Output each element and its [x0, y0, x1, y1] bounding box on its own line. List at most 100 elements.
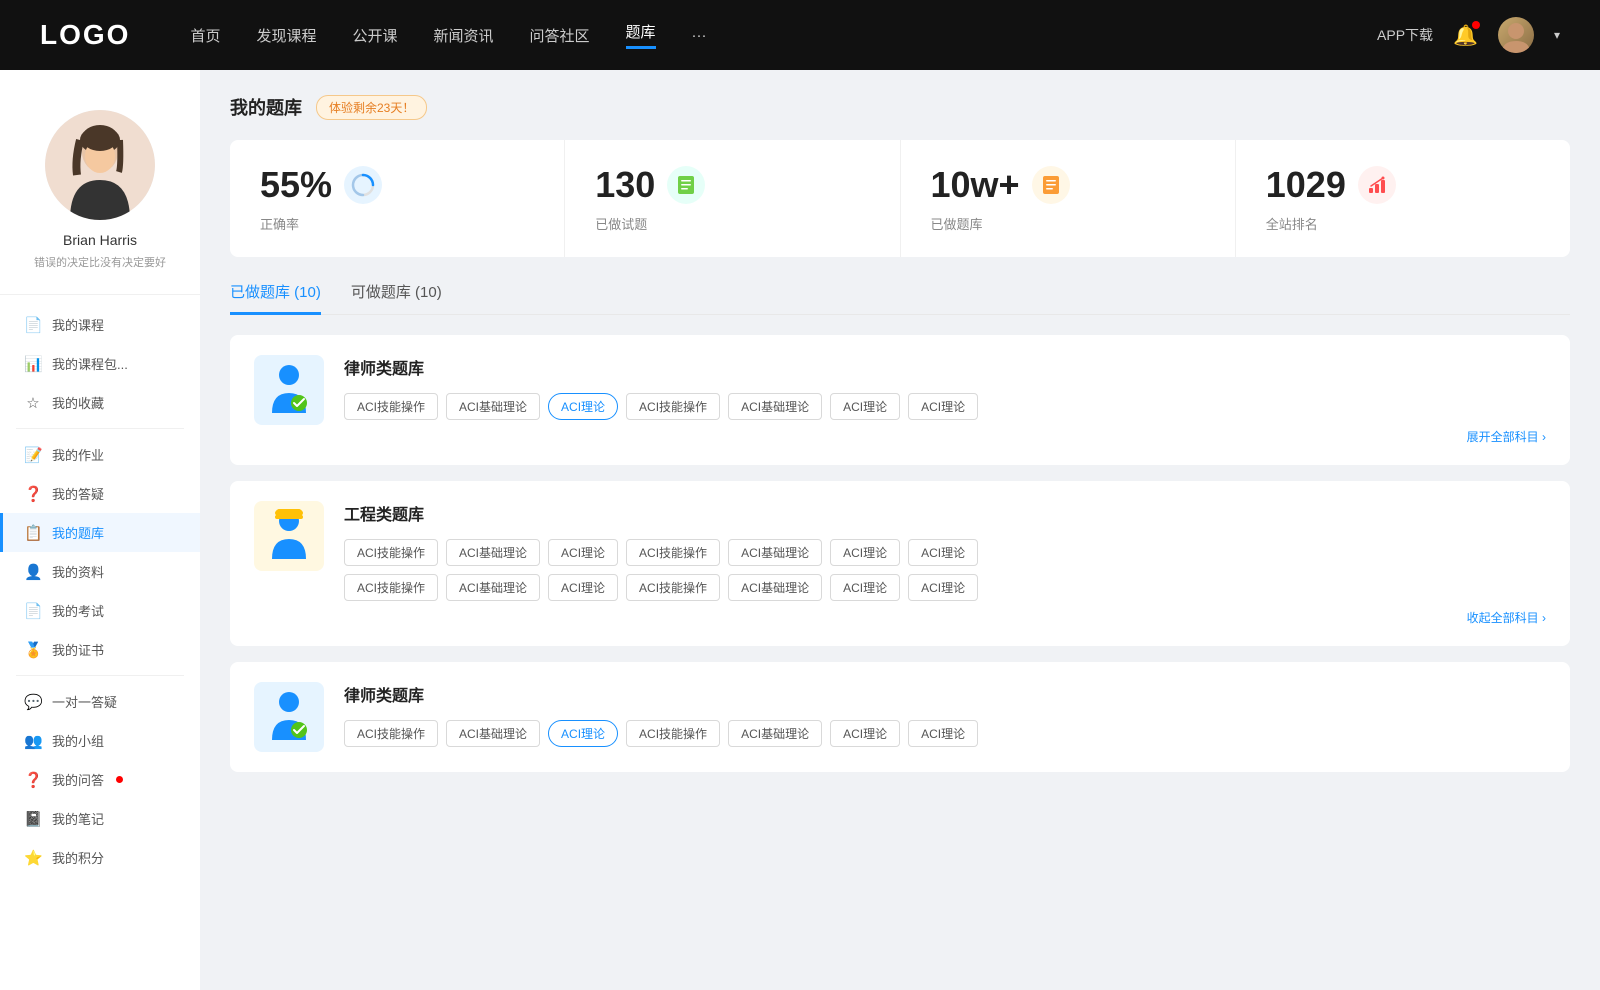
sidebar-item-bank[interactable]: 📋 我的题库	[0, 513, 200, 552]
nav-links: 首页 发现课程 公开课 新闻资讯 问答社区 题库 ···	[190, 21, 1377, 49]
questions-dot	[116, 776, 123, 783]
app-download-link[interactable]: APP下载	[1377, 25, 1433, 45]
stat-accuracy-label: 正确率	[260, 214, 534, 233]
bank-tag[interactable]: ACI技能操作	[344, 539, 438, 566]
sidebar: Brian Harris 错误的决定比没有决定要好 📄 我的课程 📊 我的课程包…	[0, 70, 200, 990]
stat-questions-main: 130	[595, 164, 869, 206]
bank-tag[interactable]: ACI理论	[830, 539, 900, 566]
bank-tag[interactable]: ACI技能操作	[344, 393, 438, 420]
bank-tag[interactable]: ACI技能操作	[626, 720, 720, 747]
bank-card-title: 律师类题库	[344, 682, 1546, 706]
bank-tag[interactable]: ACI基础理论	[446, 539, 540, 566]
bank-card-content: 律师类题库 ACI技能操作 ACI基础理论 ACI理论 ACI技能操作 ACI基…	[344, 682, 1546, 747]
questions-icon: ❓	[24, 771, 42, 789]
bank-engineer-icon	[254, 501, 324, 571]
profile-icon: 👤	[24, 563, 42, 581]
bank-card-lawyer-2: 律师类题库 ACI技能操作 ACI基础理论 ACI理论 ACI技能操作 ACI基…	[230, 662, 1570, 772]
bank-tag[interactable]: ACI理论	[830, 393, 900, 420]
bank-tag[interactable]: ACI基础理论	[728, 574, 822, 601]
nav-link-bank[interactable]: 题库	[626, 21, 656, 49]
main-content: 我的题库 体验剩余23天！ 55% 正确率	[200, 70, 1600, 990]
sidebar-item-my-courses[interactable]: 📄 我的课程	[0, 305, 200, 344]
bank-expand-btn[interactable]: 展开全部科目 ›	[344, 428, 1546, 445]
sidebar-item-course-packages[interactable]: 📊 我的课程包...	[0, 344, 200, 383]
lawyer-figure-icon	[264, 363, 314, 418]
bank-tag[interactable]: ACI基础理论	[446, 720, 540, 747]
sidebar-item-1on1[interactable]: 💬 一对一答疑	[0, 682, 200, 721]
nav-link-discover[interactable]: 发现课程	[256, 25, 316, 46]
sidebar-item-profile[interactable]: 👤 我的资料	[0, 552, 200, 591]
engineer-figure-icon	[264, 509, 314, 564]
bank-tag-active[interactable]: ACI理论	[548, 720, 618, 747]
page-title: 我的题库	[230, 94, 302, 120]
nav-dropdown-arrow[interactable]: ▾	[1554, 28, 1560, 42]
trial-badge: 体验剩余23天！	[316, 95, 427, 120]
bank-tag[interactable]: ACI技能操作	[344, 720, 438, 747]
sidebar-item-label: 一对一答疑	[52, 692, 117, 711]
page-header: 我的题库 体验剩余23天！	[230, 94, 1570, 120]
bank-tag[interactable]: ACI基础理论	[728, 720, 822, 747]
sidebar-item-label: 我的题库	[52, 523, 104, 542]
nav-link-qa[interactable]: 问答社区	[530, 25, 590, 46]
stat-rank-main: 1029	[1266, 164, 1540, 206]
bank-tag[interactable]: ACI基础理论	[446, 393, 540, 420]
bank-card-title: 工程类题库	[344, 501, 1546, 525]
bank-tag[interactable]: ACI技能操作	[626, 539, 720, 566]
certificate-icon: 🏅	[24, 641, 42, 659]
sidebar-divider-2	[16, 675, 184, 676]
tab-done[interactable]: 已做题库 (10)	[230, 281, 321, 315]
sidebar-item-label: 我的证书	[52, 640, 104, 659]
stat-accuracy-number: 55%	[260, 164, 332, 206]
sidebar-item-exam[interactable]: 📄 我的考试	[0, 591, 200, 630]
user-avatar[interactable]	[1498, 17, 1534, 53]
sidebar-item-label: 我的答疑	[52, 484, 104, 503]
sidebar-item-points[interactable]: ⭐ 我的积分	[0, 838, 200, 877]
stat-banks-main: 10w+	[931, 164, 1205, 206]
bank-tag[interactable]: ACI理论	[908, 574, 978, 601]
notification-bell[interactable]: 🔔	[1453, 23, 1478, 48]
bank-tag[interactable]: ACI理论	[548, 574, 618, 601]
bank-tag[interactable]: ACI理论	[830, 574, 900, 601]
nav-right: APP下载 🔔 ▾	[1377, 17, 1560, 53]
sidebar-item-questions[interactable]: ❓ 我的问答	[0, 760, 200, 799]
sidebar-item-label: 我的课程包...	[52, 354, 128, 373]
sidebar-item-favorites[interactable]: ☆ 我的收藏	[0, 383, 200, 422]
sidebar-item-certificate[interactable]: 🏅 我的证书	[0, 630, 200, 669]
bank-tag[interactable]: ACI理论	[548, 539, 618, 566]
sidebar-item-notes[interactable]: 📓 我的笔记	[0, 799, 200, 838]
bank-tag-active[interactable]: ACI理论	[548, 393, 618, 420]
sidebar-item-label: 我的考试	[52, 601, 104, 620]
tabs-row: 已做题库 (10) 可做题库 (10)	[230, 281, 1570, 315]
sidebar-item-label: 我的课程	[52, 315, 104, 334]
avatar-image	[1498, 17, 1534, 53]
favorites-icon: ☆	[24, 394, 42, 412]
bank-card-header: 律师类题库 ACI技能操作 ACI基础理论 ACI理论 ACI技能操作 ACI基…	[254, 355, 1546, 445]
stat-banks-number: 10w+	[931, 164, 1020, 206]
stat-banks-label: 已做题库	[931, 214, 1205, 233]
nav-link-more[interactable]: ···	[692, 27, 707, 44]
bank-tag[interactable]: ACI基础理论	[728, 393, 822, 420]
sidebar-item-homework[interactable]: 📝 我的作业	[0, 435, 200, 474]
nav-link-open[interactable]: 公开课	[352, 25, 397, 46]
sidebar-item-group[interactable]: 👥 我的小组	[0, 721, 200, 760]
bank-tag[interactable]: ACI基础理论	[446, 574, 540, 601]
nav-link-home[interactable]: 首页	[190, 25, 220, 46]
bank-tag[interactable]: ACI理论	[830, 720, 900, 747]
sidebar-item-qa[interactable]: ❓ 我的答疑	[0, 474, 200, 513]
nav-link-news[interactable]: 新闻资讯	[434, 25, 494, 46]
stat-accuracy: 55% 正确率	[230, 140, 565, 257]
bank-tag[interactable]: ACI理论	[908, 393, 978, 420]
bank-tag[interactable]: ACI技能操作	[626, 393, 720, 420]
bank-tag[interactable]: ACI基础理论	[728, 539, 822, 566]
points-icon: ⭐	[24, 849, 42, 867]
bank-tag[interactable]: ACI理论	[908, 539, 978, 566]
bank-collapse-btn[interactable]: 收起全部科目 ›	[344, 609, 1546, 626]
tab-todo[interactable]: 可做题库 (10)	[351, 281, 442, 315]
bank-tag[interactable]: ACI技能操作	[626, 574, 720, 601]
bank-tag[interactable]: ACI技能操作	[344, 574, 438, 601]
sidebar-menu: 📄 我的课程 📊 我的课程包... ☆ 我的收藏 📝 我的作业 ❓ 我的答疑 �	[0, 295, 200, 887]
sidebar-item-label: 我的笔记	[52, 809, 104, 828]
bank-card-header: 律师类题库 ACI技能操作 ACI基础理论 ACI理论 ACI技能操作 ACI基…	[254, 682, 1546, 752]
bank-tag[interactable]: ACI理论	[908, 720, 978, 747]
rank-chart-icon	[1366, 174, 1388, 196]
